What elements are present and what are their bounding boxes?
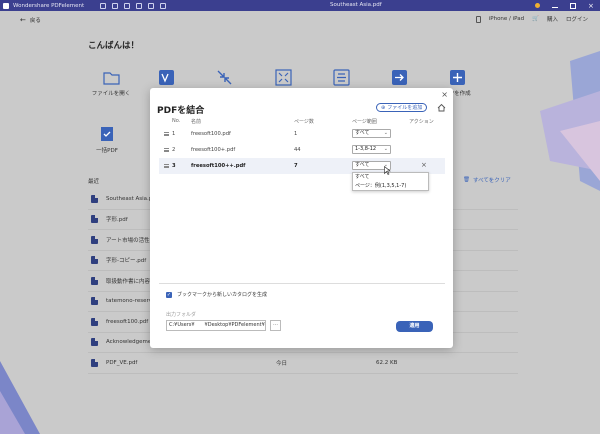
table-row[interactable]: 2 freesoft100+.pdf 44 1-3,8-12 ⌄ (159, 142, 445, 158)
arrow-left-icon: ← (20, 16, 26, 24)
pdf-file-icon (91, 256, 98, 265)
back-label: 戻る (29, 18, 41, 24)
ocr-icon (332, 69, 350, 86)
pdf-file-icon (91, 358, 98, 367)
page-range-select[interactable]: 1-3,8-12 ⌄ (352, 145, 391, 154)
output-folder-input[interactable]: C:¥Users¥ ¥Desktop¥PDFelement¥C (166, 320, 266, 331)
compress-icon (217, 70, 231, 85)
app-name: Wondershare PDFelement (13, 2, 85, 9)
create-pdf-icon (449, 70, 465, 85)
document-title: Southeast Asia.pdf (330, 2, 382, 8)
greeting-title: こんばんは！ (88, 41, 140, 51)
pdf-file-icon (91, 235, 98, 244)
batch-pdf-icon (100, 127, 113, 141)
print-icon[interactable] (136, 2, 143, 9)
app-logo-icon (3, 2, 9, 9)
combine-tool[interactable] (258, 69, 308, 89)
combine-pdf-dialog: × PDFを結合 ⊕ ファイルを追加 No. 名前 ページ数 ページ範囲 アクシ… (150, 88, 453, 348)
output-folder-label: 出力フォルダ (166, 312, 197, 318)
login-link[interactable]: ログイン (566, 15, 588, 23)
folder-icon[interactable] (100, 2, 107, 9)
dialog-title: PDFを結合 (157, 106, 205, 116)
title-bar: Wondershare PDFelement Southeast Asia.pd… (0, 0, 600, 11)
clear-recent-button[interactable]: 🗑 すべてをクリア (463, 176, 511, 184)
list-item[interactable]: PDF_VE.pdf 今日 62.2 KB (88, 353, 518, 374)
notification-icon[interactable] (535, 3, 540, 8)
folder-icon (102, 72, 120, 85)
bookmark-label: ブックマークから新しいカタログを生成 (177, 292, 268, 298)
home-header: ← 戻る iPhone / iPad 🛒 購入 ログイン (0, 11, 600, 29)
drag-handle-icon[interactable] (164, 148, 169, 152)
drag-handle-icon[interactable] (164, 164, 169, 168)
batch-pdf-label: 一括PDF (96, 148, 118, 154)
decorative-shapes-right (540, 51, 600, 191)
dropdown-option-custom[interactable]: ページ：例(1,3,5,1-7) (353, 182, 428, 191)
close-dialog-button[interactable]: × (441, 91, 448, 99)
convert-icon (158, 70, 174, 85)
pdf-file-icon (91, 215, 98, 224)
pdf-file-icon (91, 194, 98, 203)
combine-icon (274, 69, 292, 86)
cart-icon: 🛒 (532, 16, 539, 22)
decorative-shapes-left (0, 361, 40, 434)
home-icon[interactable] (437, 103, 446, 112)
ocr-tool[interactable] (316, 69, 366, 89)
convert-tool[interactable] (141, 69, 191, 89)
maximize-button[interactable] (570, 2, 576, 9)
column-header-action: アクション (409, 119, 434, 125)
add-file-button[interactable]: ⊕ ファイルを追加 (376, 103, 428, 112)
trash-icon: 🗑 (463, 177, 470, 183)
checkbox-checked-icon[interactable]: ✓ (166, 291, 172, 298)
edit-icon[interactable] (148, 2, 155, 9)
browse-folder-button[interactable]: … (270, 320, 281, 331)
open-file-label: ファイルを開く (91, 91, 131, 97)
table-row[interactable]: 1 freesoft100.pdf 1 すべて ⌄ (159, 126, 445, 142)
page-range-select[interactable]: すべて ⌄ (352, 129, 391, 138)
clear-recent-label: すべてをクリア (472, 178, 511, 184)
window-controls: × (535, 0, 600, 11)
apply-button[interactable]: 適用 (396, 321, 433, 332)
batch-pdf-tool[interactable]: 一括PDF (82, 126, 132, 154)
column-header-no: No. (172, 118, 181, 124)
purchase-link[interactable]: 購入 (547, 15, 558, 23)
pdf-file-icon (91, 276, 98, 285)
column-header-pages: ページ数 (294, 119, 314, 125)
open-file-tool[interactable]: ファイルを開く (86, 69, 136, 97)
compress-tool[interactable] (199, 69, 249, 89)
column-header-range: ページ範囲 (352, 119, 377, 125)
mail-icon[interactable] (124, 2, 131, 9)
pdf-file-icon (91, 297, 98, 306)
mouse-cursor-icon (384, 166, 391, 175)
divider (159, 283, 445, 284)
plus-circle-icon: ⊕ (381, 104, 386, 111)
back-button[interactable]: ← 戻る (20, 16, 41, 25)
pdf-file-icon (91, 338, 98, 347)
chevron-down-icon: ⌄ (383, 146, 388, 152)
account-area: iPhone / iPad 🛒 購入 ログイン (475, 15, 588, 23)
pdf-file-icon (91, 317, 98, 326)
remove-row-button[interactable]: × (421, 161, 427, 169)
export-tool[interactable] (374, 69, 424, 89)
minimize-button[interactable] (552, 4, 558, 8)
save-icon[interactable] (112, 2, 119, 9)
add-file-label: ファイルを追加 (387, 105, 423, 111)
chevron-down-icon: ⌄ (383, 130, 388, 136)
phone-icon (475, 15, 481, 23)
drag-handle-icon[interactable] (164, 132, 169, 136)
undo-icon[interactable] (160, 2, 167, 9)
close-window-button[interactable]: × (588, 2, 594, 9)
column-header-name: 名前 (191, 119, 202, 125)
device-link[interactable]: iPhone / iPad (489, 16, 524, 22)
export-icon (391, 70, 407, 85)
recent-heading: 最近 (88, 179, 100, 185)
quick-toolbar (100, 2, 167, 9)
bookmark-option[interactable]: ✓ ブックマークから新しいカタログを生成 (166, 291, 267, 298)
